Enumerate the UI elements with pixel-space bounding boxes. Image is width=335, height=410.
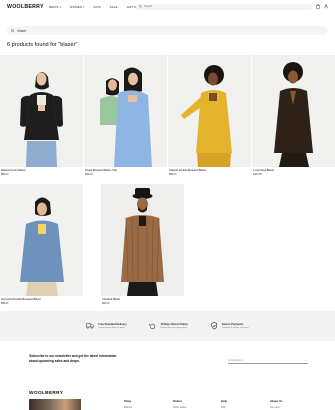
product-price: $109.00 xyxy=(253,173,262,176)
footer-link[interactable]: Order status xyxy=(173,406,186,409)
search-icon xyxy=(11,28,15,33)
product-price: $99.00 xyxy=(1,302,9,305)
footer-link[interactable]: Our story xyxy=(270,406,280,409)
arrow-right-icon[interactable]: → xyxy=(305,358,308,362)
product-price: $89.00 xyxy=(1,173,9,176)
product-name[interactable]: Oversized Double-Breasted Blazer xyxy=(0,298,83,301)
product-price: $99.00 xyxy=(102,302,110,305)
return-icon xyxy=(149,322,157,330)
nav-item-women[interactable]: WOMEN ▾ xyxy=(70,5,84,9)
site-header: WOOLBERRY MEN'S▾ WOMEN▾ KIDS SALE GIFTS▾… xyxy=(0,0,335,14)
product-card[interactable]: Tailored Double-Breasted Blazer $89.00 xyxy=(168,55,251,176)
chevron-down-icon: ▾ xyxy=(59,5,62,9)
product-card[interactable]: Single-Breasted Blazer Suit $99.00 xyxy=(84,55,167,176)
site-logo[interactable]: WOOLBERRY xyxy=(7,4,44,10)
footer-col-orders: Orders xyxy=(173,399,183,403)
product-price: $99.00 xyxy=(85,173,93,176)
search-icon xyxy=(139,5,142,9)
shield-icon xyxy=(210,322,218,330)
product-name[interactable]: Tailored Double-Breasted Blazer xyxy=(168,169,251,172)
footer-col-help: Help xyxy=(221,399,228,403)
user-icon[interactable] xyxy=(323,4,328,9)
feature-secure-payments: Secure Payments Certified & secure check… xyxy=(210,322,249,330)
feature-delivery: Free Standard Delivery Lorem ipsum dolor… xyxy=(86,322,127,330)
footer-col-shop: Shop xyxy=(124,399,131,403)
footer-link[interactable]: FAQ xyxy=(221,406,226,409)
header-actions xyxy=(315,4,328,9)
feature-returns: 30 Days Return Policy Hassle-free return… xyxy=(149,322,188,330)
features-strip: Free Standard Delivery Lorem ipsum dolor… xyxy=(0,311,335,341)
product-name[interactable]: Long Fitted Blazer xyxy=(252,169,335,172)
product-search-input[interactable]: blazer xyxy=(7,26,328,35)
newsletter-email-input[interactable]: Email Address → xyxy=(228,357,308,364)
product-name[interactable]: Relaxed Linen Blazer xyxy=(0,169,83,172)
nav-item-mens[interactable]: MEN'S ▾ xyxy=(49,5,61,9)
nav-item-sale[interactable]: SALE xyxy=(110,5,118,9)
footer-image xyxy=(29,399,81,410)
product-image[interactable] xyxy=(0,55,83,167)
product-image[interactable] xyxy=(252,55,335,167)
product-image[interactable] xyxy=(101,184,184,296)
product-image[interactable] xyxy=(168,55,251,167)
header-search-input[interactable]: Search xyxy=(136,3,312,10)
product-price: $89.00 xyxy=(169,173,177,176)
footer-logo[interactable]: WOOLBERRY xyxy=(29,391,63,396)
product-image[interactable] xyxy=(84,55,167,167)
truck-icon xyxy=(86,322,95,330)
product-name[interactable]: Checked Blazer xyxy=(101,298,184,301)
product-card[interactable]: Oversized Double-Breasted Blazer $99.00 xyxy=(0,184,83,305)
product-card[interactable]: Checked Blazer $99.00 xyxy=(101,184,184,305)
chevron-down-icon: ▾ xyxy=(83,5,85,9)
product-name[interactable]: Single-Breasted Blazer Suit xyxy=(84,169,167,172)
product-card[interactable]: Long Fitted Blazer $109.00 xyxy=(252,55,335,176)
nav-item-kids[interactable]: KIDS xyxy=(93,5,100,9)
footer-col-about: About Us xyxy=(270,399,283,403)
bag-icon[interactable] xyxy=(315,4,320,9)
results-title: 6 products found for "blazer" xyxy=(7,42,78,48)
product-image[interactable] xyxy=(0,184,83,296)
footer-link[interactable]: Women xyxy=(124,406,132,409)
newsletter-text: Subscribe to our newsletter and get the … xyxy=(29,354,117,363)
product-card[interactable]: Relaxed Linen Blazer $89.00 xyxy=(0,55,83,176)
